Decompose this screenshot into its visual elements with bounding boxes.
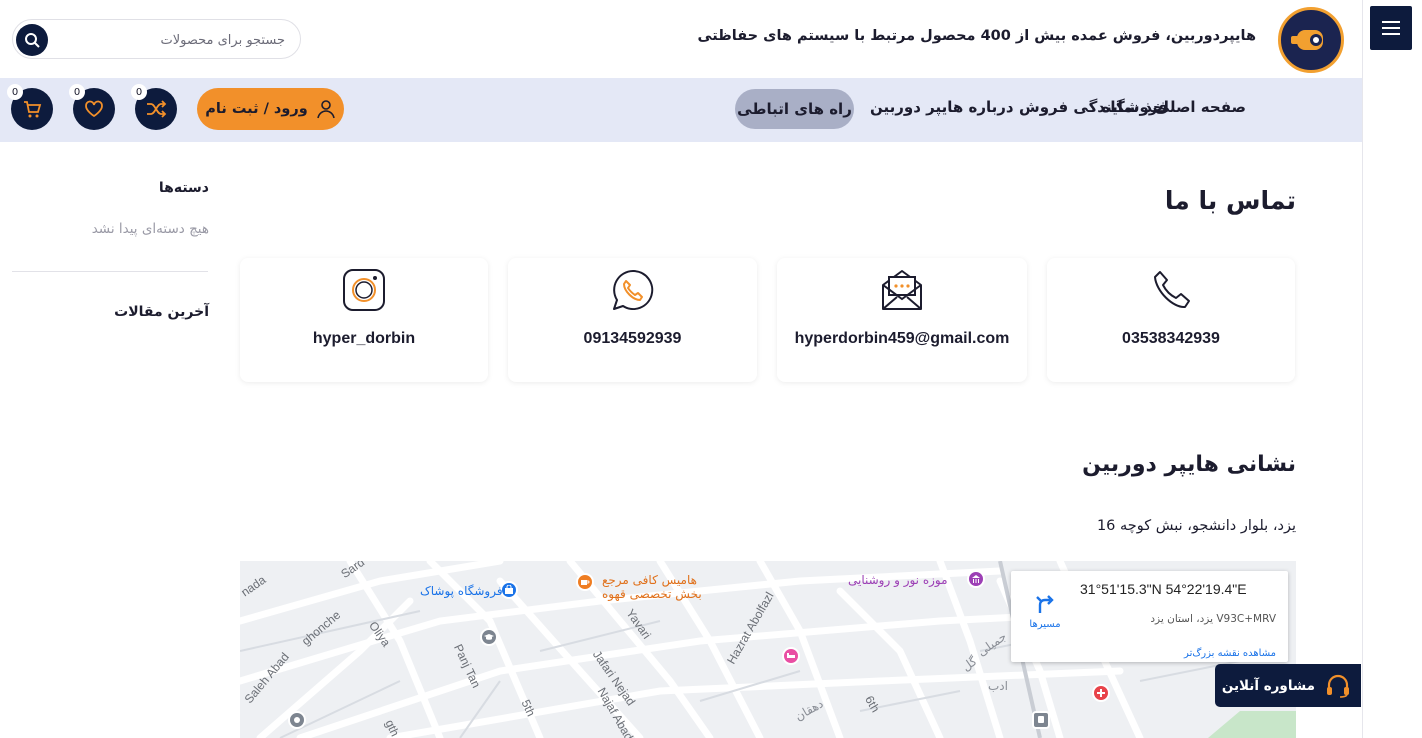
- directions-icon: [1036, 595, 1054, 613]
- map-place-museum: موزه نور و روشنایی: [848, 573, 948, 587]
- headset-icon: [1327, 674, 1349, 698]
- wishlist-count-badge: 0: [69, 84, 85, 100]
- shuffle-icon: [147, 100, 167, 118]
- bus-stop-pin[interactable]: [1032, 711, 1050, 729]
- location-pin[interactable]: [288, 711, 306, 729]
- cart-count-badge: 0: [7, 84, 23, 100]
- museum-pin[interactable]: [967, 570, 985, 588]
- map-place-cafe-name: هامیس کافی مرجع: [602, 573, 697, 587]
- user-icon: [316, 100, 335, 119]
- hospital-pin[interactable]: [1092, 684, 1110, 702]
- phone-icon: [1154, 271, 1190, 308]
- directions-label: مسیرها: [1029, 619, 1061, 630]
- contact-card-email[interactable]: hyperdorbin459@gmail.com: [777, 258, 1027, 382]
- contact-whatsapp-value: 09134592939: [583, 330, 682, 347]
- map-place-clothing-store: فروشگاه پوشاک: [420, 584, 503, 598]
- contact-card-phone[interactable]: 03538342939: [1047, 258, 1295, 382]
- school-pin[interactable]: [480, 628, 498, 646]
- map-plus-code: V93C+MRV یزد، استان یزد: [1150, 613, 1276, 625]
- sidebar-divider: [12, 271, 208, 272]
- contact-card-whatsapp[interactable]: 09134592939: [508, 258, 757, 382]
- map-place-cafe-sub: بخش تخصصی قهوه: [602, 587, 702, 601]
- nav-item-contact-active[interactable]: راه های اتباطی: [735, 89, 854, 129]
- map-marker-icon: [294, 717, 300, 723]
- page-title: تماس با ما: [1164, 186, 1296, 215]
- bed-icon: [787, 653, 795, 658]
- search-input[interactable]: [57, 26, 297, 54]
- contact-card-instagram[interactable]: hyper_dorbin: [240, 258, 488, 382]
- medical-cross-icon: [1097, 689, 1105, 697]
- coffee-cup-icon: [581, 580, 590, 585]
- contact-email-value: hyperdorbin459@gmail.com: [794, 330, 1010, 347]
- hotel-pin[interactable]: [782, 647, 800, 665]
- search-button[interactable]: [16, 24, 48, 56]
- shopping-bag-icon: [505, 585, 513, 594]
- address-title: نشانی هایپر دوربین: [1082, 452, 1296, 477]
- map-label-adab: ادب: [988, 679, 1008, 693]
- hamburger-icon: [1382, 21, 1400, 35]
- top-bar: هایپردوربین، فروش عمده بیش از 400 محصول …: [0, 0, 1362, 78]
- heart-icon: [85, 100, 103, 118]
- cafe-pin[interactable]: [576, 573, 594, 591]
- address-text: یزد، بلوار دانشجو، نبش کوچه 16: [1096, 518, 1296, 534]
- museum-icon: [972, 575, 980, 583]
- view-larger-map-link[interactable]: مشاهده نقشه بزرگ‌تر: [1184, 648, 1276, 659]
- whatsapp-icon: [612, 269, 653, 310]
- instagram-icon: [343, 269, 385, 311]
- cart-button[interactable]: 0: [7, 84, 53, 130]
- contact-phone-value: 03538342939: [1122, 330, 1220, 347]
- map-coordinates: 31°51'15.3"N 54°22'19.4"E: [1080, 581, 1247, 597]
- online-consult-label: مشاوره آنلاین: [1221, 677, 1315, 694]
- sidebar-categories-empty: هیچ دسته‌ای پیدا نشد: [91, 221, 209, 237]
- map-place-card: 31°51'15.3"N 54°22'19.4"E V93C+MRV یزد، …: [1011, 571, 1288, 662]
- compare-count-badge: 0: [131, 84, 147, 100]
- compare-button[interactable]: 0: [131, 84, 177, 130]
- side-strip: [1362, 0, 1422, 738]
- cart-icon: [24, 101, 42, 118]
- nav-item-agency[interactable]: اخذ نمایندگی فروش: [1019, 98, 1169, 116]
- search-icon: [25, 33, 40, 48]
- bus-icon: [1038, 716, 1044, 723]
- search-box: [12, 19, 301, 59]
- directions-button[interactable]: مسیرها: [1027, 593, 1063, 630]
- contact-instagram-value: hyper_dorbin: [312, 330, 416, 347]
- hamburger-menu-button[interactable]: [1370, 6, 1412, 50]
- login-label: ورود / ثبت نام: [205, 101, 308, 117]
- wishlist-button[interactable]: 0: [69, 84, 115, 130]
- sidebar-categories-title: دسته‌ها: [158, 180, 209, 196]
- nav-item-about[interactable]: درباره هایپر دوربین: [870, 98, 1014, 116]
- email-icon: [882, 270, 922, 310]
- embedded-map[interactable]: nada Sard Saleh Abad ghonche Oliya Panj …: [240, 561, 1296, 738]
- sidebar-latest-posts-title[interactable]: آخرین مقالات: [114, 304, 209, 320]
- online-consult-button[interactable]: مشاوره آنلاین: [1215, 664, 1361, 707]
- main-nav: صفحه اصلی فروشگاه اخذ نمایندگی فروش دربا…: [0, 78, 1362, 142]
- camera-mascot-icon: [1291, 30, 1323, 50]
- site-logo[interactable]: [1278, 7, 1344, 73]
- graduation-cap-icon: [484, 634, 494, 640]
- site-tagline: هایپردوربین، فروش عمده بیش از 400 محصول …: [697, 28, 1256, 44]
- login-register-button[interactable]: ورود / ثبت نام: [197, 88, 344, 130]
